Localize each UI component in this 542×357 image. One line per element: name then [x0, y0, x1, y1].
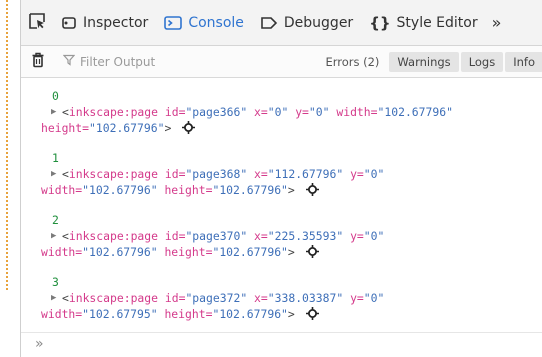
log-entry-index: 0 [52, 89, 59, 103]
style-editor-icon: {} [369, 13, 391, 32]
expand-arrow-icon[interactable]: ▶ [51, 290, 56, 306]
filter-info-button[interactable]: Info [505, 51, 542, 72]
page-dotted-border [6, 0, 8, 290]
tab-console-label: Console [188, 14, 244, 31]
log-entry-index: 3 [52, 275, 59, 289]
console-output: 0 ▶ <inkscape:page id="page366" x="0" y=… [21, 78, 542, 324]
filter-output-placeholder: Filter Output [80, 54, 156, 69]
element-node[interactable]: ▶ <inkscape:page id="page372" x="338.033… [21, 290, 542, 324]
node-tag: inkscape:page [68, 167, 159, 181]
filter-errors-button[interactable]: Errors (2) [317, 52, 387, 72]
log-entry: 2 ▶ <inkscape:page id="page370" x="225.3… [41, 212, 542, 262]
log-entry: 0 ▶ <inkscape:page id="page366" x="0" y=… [41, 88, 542, 138]
filter-logs-button[interactable]: Logs [460, 51, 504, 72]
node-tag: inkscape:page [68, 229, 159, 243]
element-node[interactable]: ▶ <inkscape:page id="page366" x="0" y="0… [21, 104, 542, 138]
log-entry-index: 2 [52, 213, 59, 227]
console-icon [164, 15, 183, 31]
more-tools-button[interactable]: » [488, 13, 506, 32]
debugger-icon [260, 15, 278, 31]
element-picker-button[interactable] [21, 0, 53, 45]
tab-style-editor[interactable]: {} Style Editor [361, 0, 485, 45]
crosshair-icon[interactable] [182, 121, 196, 138]
clear-console-button[interactable] [21, 52, 55, 72]
crosshair-icon[interactable] [305, 183, 319, 200]
devtools-panel: Inspector Console Debugger {} Style Edit… [20, 0, 542, 357]
tab-style-editor-label: Style Editor [396, 14, 478, 31]
devtools-toolbar: Inspector Console Debugger {} Style Edit… [21, 0, 542, 46]
element-picker-icon [28, 12, 46, 34]
tab-inspector[interactable]: Inspector [53, 0, 156, 45]
log-level-filters: Errors (2) Warnings Logs Info [315, 51, 542, 72]
crosshair-icon[interactable] [305, 307, 319, 324]
expand-arrow-icon[interactable]: ▶ [51, 166, 56, 182]
log-entry: 1 ▶ <inkscape:page id="page368" x="112.6… [41, 150, 542, 200]
inspector-icon [61, 15, 77, 31]
filter-output-input[interactable]: Filter Output [62, 54, 315, 69]
element-node[interactable]: ▶ <inkscape:page id="page368" x="112.677… [21, 166, 542, 200]
crosshair-icon[interactable] [305, 245, 319, 262]
console-filter-bar: Filter Output Errors (2) Warnings Logs I… [21, 46, 542, 78]
trash-icon [31, 52, 45, 72]
tab-inspector-label: Inspector [83, 14, 149, 31]
node-tag: inkscape:page [68, 291, 159, 305]
node-tag: inkscape:page [68, 105, 159, 119]
prompt-chevron-icon: » [35, 336, 44, 352]
tab-console[interactable]: Console [156, 0, 252, 45]
log-entry: 3 ▶ <inkscape:page id="page372" x="338.0… [41, 274, 542, 324]
expand-arrow-icon[interactable]: ▶ [51, 104, 56, 120]
element-node[interactable]: ▶ <inkscape:page id="page370" x="225.355… [21, 228, 542, 262]
log-entry-index: 1 [52, 151, 59, 165]
filter-warnings-button[interactable]: Warnings [389, 51, 459, 72]
console-input-prompt[interactable]: » [21, 332, 542, 357]
tab-debugger[interactable]: Debugger [252, 0, 361, 45]
tab-debugger-label: Debugger [283, 14, 354, 31]
funnel-icon [62, 54, 76, 69]
expand-arrow-icon[interactable]: ▶ [51, 228, 56, 244]
